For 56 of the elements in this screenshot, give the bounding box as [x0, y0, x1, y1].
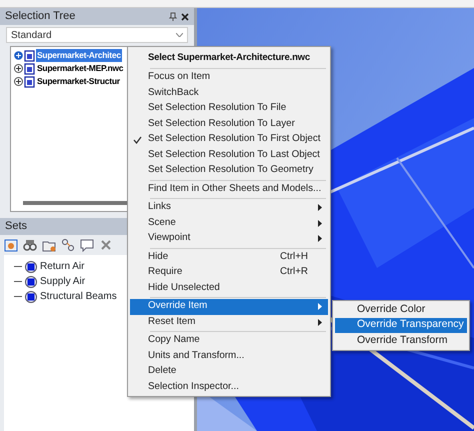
delete-icon[interactable] — [99, 238, 113, 252]
file-icon — [24, 76, 35, 88]
menu-item[interactable]: Hide Ctrl+H — [130, 250, 328, 265]
link-icon[interactable] — [61, 238, 75, 252]
menu-item[interactable]: Copy Name — [130, 333, 328, 348]
menu-item[interactable]: Set Selection Resolution To First Object — [130, 132, 328, 148]
menu-item[interactable]: SwitchBack — [130, 86, 328, 101]
menu-item[interactable]: Override Transform — [335, 333, 467, 348]
submenu-arrow-icon — [318, 204, 322, 212]
check-icon — [133, 136, 142, 144]
set-icon — [25, 276, 37, 288]
menu-item[interactable]: Find Item in Other Sheets and Models... — [130, 182, 328, 197]
set-icon — [25, 290, 37, 302]
new-set-icon[interactable] — [4, 238, 18, 252]
expand-icon — [14, 64, 23, 73]
caret-icon — [176, 33, 183, 37]
submenu-arrow-icon — [318, 235, 322, 242]
submenu-arrow-icon — [318, 318, 322, 326]
tree-item[interactable]: Supermarket-MEP.nwc — [36, 62, 124, 75]
menu-item[interactable]: Units and Transform... — [130, 348, 328, 364]
menu-item[interactable]: Override Color — [335, 302, 467, 318]
tree-mode-dropdown[interactable]: Standard — [6, 27, 188, 43]
menu-header[interactable]: Select Supermarket-Architecture.nwc — [130, 48, 328, 67]
menu-item[interactable]: Set Selection Resolution To Last Object — [130, 148, 328, 163]
expand-icon — [14, 51, 23, 60]
panel-title: Sets — [5, 219, 28, 234]
menu-item[interactable]: Hide Unselected — [130, 280, 328, 296]
menu-item[interactable]: Selection Inspector... — [130, 380, 328, 395]
menu-item[interactable]: Override Item — [130, 299, 328, 314]
menu-item[interactable]: Focus on Item — [130, 70, 328, 86]
set-item[interactable]: Return Air — [40, 259, 84, 274]
menu-item[interactable]: Viewpoint — [130, 231, 328, 246]
menu-item[interactable]: Set Selection Resolution To Layer — [130, 116, 328, 132]
menu-item[interactable]: Reset Item — [130, 314, 328, 330]
file-icon — [24, 50, 35, 62]
expand-icon — [14, 77, 23, 86]
tree-item[interactable]: Supermarket-Architec — [36, 49, 122, 62]
comment-icon[interactable] — [80, 238, 94, 252]
binoculars-icon[interactable] — [23, 238, 37, 252]
file-icon — [24, 62, 35, 74]
panel-title: Selection Tree — [5, 9, 76, 24]
menu-item[interactable]: Set Selection Resolution To File — [130, 101, 328, 116]
submenu-arrow-icon — [318, 220, 322, 227]
set-item[interactable]: Supply Air — [40, 274, 86, 289]
set-item[interactable]: Structural Beams — [40, 289, 117, 304]
menu-item[interactable]: Scene — [130, 216, 328, 231]
submenu-arrow-icon — [318, 303, 322, 310]
tree-item[interactable]: Supermarket-Structur — [36, 75, 121, 88]
menu-item[interactable]: Links — [130, 200, 328, 216]
close-icon[interactable] — [181, 12, 189, 20]
pin-icon[interactable] — [169, 12, 177, 21]
menu-item[interactable]: Set Selection Resolution To Geometry — [130, 163, 328, 178]
menu-item[interactable]: Require Ctrl+R — [130, 265, 328, 280]
set-icon — [25, 260, 37, 272]
menu-item[interactable]: Override Transparency — [335, 318, 467, 333]
menu-item[interactable]: Delete — [130, 364, 328, 380]
